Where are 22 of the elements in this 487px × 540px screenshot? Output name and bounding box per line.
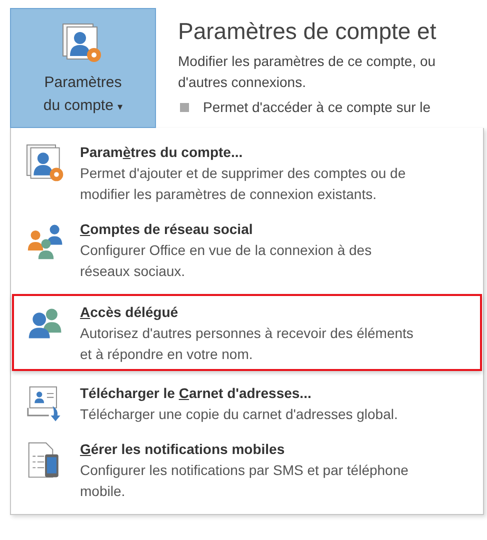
account-gear-icon xyxy=(62,23,104,65)
menu-item-description: Télécharger une copie du carnet d'adresses global. xyxy=(80,405,399,424)
description-text: Modifier les paramètres de ce compte, ou d'autres connexions. xyxy=(178,52,437,92)
bullet-text: Permet d'accéder à ce compte sur le xyxy=(203,99,431,115)
menu-item[interactable]: Gérer les notifications mobiles Configurer les notifications par SMS et par téléphone mobile. xyxy=(12,431,482,508)
page-heading: Paramètres de compte et xyxy=(178,18,438,45)
menu-item-title: Comptes de réseau social xyxy=(80,220,254,239)
menu-item-description: Permet d'ajouter et de supprimer des comptes ou de modifier les paramètres de connexion existants. xyxy=(80,164,407,204)
account-settings-button[interactable]: Paramètres du compte ▾ xyxy=(10,8,156,128)
account-gear-icon xyxy=(26,144,66,184)
menu-item-title: Télécharger le Carnet d'adresses... xyxy=(80,384,312,403)
menu-item-title: Gérer les notifications mobiles xyxy=(80,440,286,459)
menu-item-title: Accès délégué xyxy=(80,303,180,322)
menu-item[interactable]: Paramètres du compte... Permet d'ajouter et de supprimer des comptes ou de modifier les paramètres de connexion existants. xyxy=(12,134,482,211)
menu-item-title: Paramètres du compte... xyxy=(80,143,244,162)
menu-item-description: Configurer les notifications par SMS et par téléphone mobile. xyxy=(80,461,410,501)
menu-item-description: Autorisez d'autres personnes à recevoir des éléments et à répondre en votre nom. xyxy=(80,324,414,364)
menu-item[interactable]: Comptes de réseau social Configurer Office en vue de la connexion à des réseaux sociaux. xyxy=(12,211,482,288)
menu-item[interactable]: Télécharger le Carnet d'adresses... Télécharger une copie du carnet d'adresses global. xyxy=(12,375,482,431)
bullet-icon xyxy=(180,102,189,112)
menu-item-description: Configurer Office en vue de la connexion à des réseaux sociaux. xyxy=(80,241,373,281)
menu-item[interactable]: Accès délégué Autorisez d'autres personnes à recevoir des éléments et à répondre en votre nom. xyxy=(12,294,482,371)
